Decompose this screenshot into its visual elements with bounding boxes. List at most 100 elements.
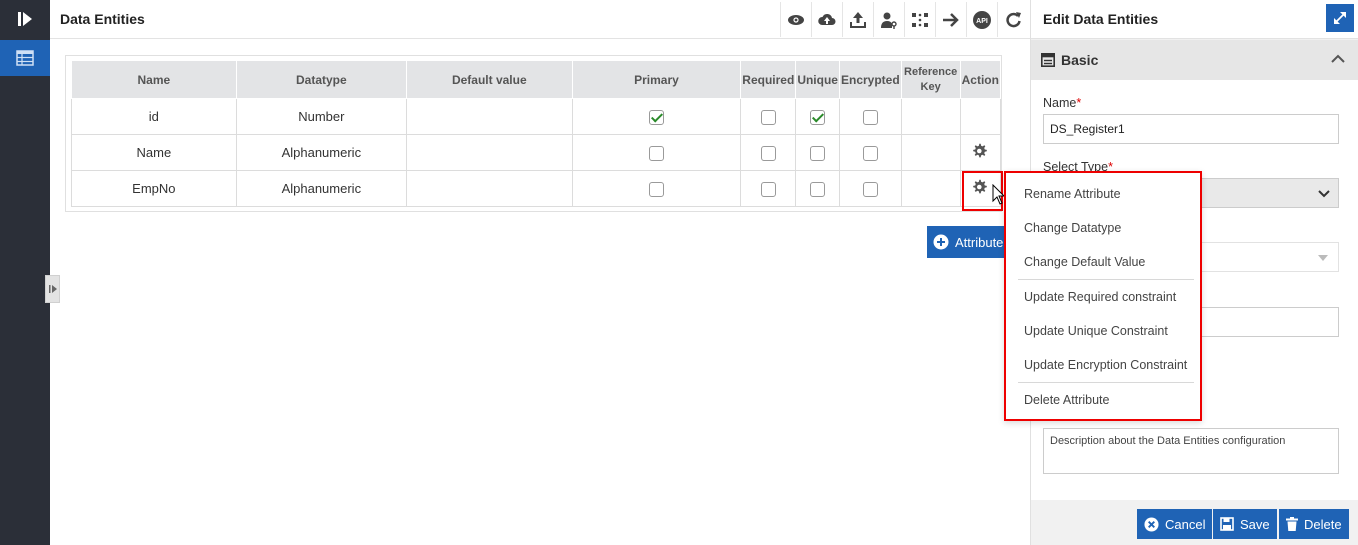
user-key-icon — [881, 12, 897, 29]
table-header-row: Name Datatype Default value Primary Requ… — [71, 60, 1002, 99]
user-key-button[interactable] — [873, 2, 904, 37]
header-unique: Unique — [795, 60, 840, 99]
basic-section-label: Basic — [1061, 52, 1099, 68]
cell-default — [405, 170, 573, 207]
save-icon — [1220, 517, 1234, 531]
eye-icon — [788, 14, 804, 25]
table-row: EmpNo Alphanumeric — [71, 170, 1002, 207]
attribute-context-menu: Rename Attribute Change Datatype Change … — [1004, 171, 1202, 421]
next-button[interactable] — [935, 2, 966, 37]
header-primary: Primary — [571, 60, 742, 99]
upload-icon — [850, 11, 866, 28]
cell-name: EmpNo — [71, 170, 237, 207]
header-reference-key: Reference Key — [900, 60, 961, 99]
preview-button[interactable] — [780, 2, 811, 37]
required-checkbox[interactable] — [760, 145, 776, 161]
menu-item-change-datatype[interactable]: Change Datatype — [1006, 211, 1200, 245]
menu-item-update-encryption[interactable]: Update Encryption Constraint — [1006, 348, 1200, 382]
cell-reference-key — [900, 170, 961, 207]
encrypted-checkbox[interactable] — [862, 145, 878, 161]
cell-default — [405, 98, 573, 135]
header-required: Required — [740, 60, 797, 99]
unique-checkbox[interactable] — [810, 181, 826, 197]
menu-item-update-required[interactable]: Update Required constraint — [1006, 280, 1200, 314]
header-default-value: Default value — [405, 60, 573, 99]
chevron-up-icon — [1331, 54, 1345, 63]
add-attribute-button[interactable]: Attribute — [927, 226, 1005, 258]
header-datatype: Datatype — [235, 60, 407, 99]
gear-icon — [973, 143, 988, 158]
form-icon — [1041, 53, 1055, 67]
caret-down-icon — [1318, 255, 1328, 261]
arrow-right-icon — [943, 12, 959, 27]
edit-panel-footer: Cancel Save Delete — [1031, 502, 1358, 545]
main-header: Data Entities API — [50, 0, 1030, 39]
name-input[interactable]: DS_Register1 — [1043, 114, 1339, 144]
collapse-handle[interactable] — [45, 275, 60, 303]
expand-button[interactable] — [1326, 4, 1354, 32]
save-label: Save — [1240, 516, 1270, 532]
menu-item-rename-attribute[interactable]: Rename Attribute — [1006, 177, 1200, 211]
table-row: id Number — [71, 98, 1002, 135]
cell-datatype: Number — [235, 98, 407, 135]
left-rail — [0, 0, 50, 545]
table-row: Name Alphanumeric — [71, 134, 1002, 171]
header-encrypted: Encrypted — [838, 60, 902, 99]
menu-item-delete-attribute[interactable]: Delete Attribute — [1006, 383, 1200, 417]
cell-action — [959, 98, 1002, 135]
required-checkbox[interactable] — [760, 109, 776, 125]
delete-label: Delete — [1304, 516, 1342, 532]
plus-circle-icon — [933, 234, 949, 250]
header-name: Name — [71, 60, 237, 99]
edit-panel-title: Edit Data Entities — [1043, 11, 1159, 27]
name-label: Name — [1043, 96, 1077, 110]
cancel-button[interactable]: Cancel — [1137, 509, 1213, 539]
encrypted-checkbox[interactable] — [862, 181, 878, 197]
encrypted-checkbox[interactable] — [862, 109, 878, 125]
grid-dots-button[interactable] — [904, 2, 935, 37]
rail-toggle-button[interactable] — [0, 0, 50, 38]
unique-checkbox[interactable] — [810, 109, 826, 125]
add-attribute-label: Attribute — [955, 234, 1004, 250]
cell-name: id — [71, 98, 237, 135]
api-icon: API — [973, 10, 991, 29]
cell-datatype: Alphanumeric — [235, 170, 407, 207]
rail-item-data-entities[interactable] — [0, 40, 50, 76]
expand-icon — [1334, 12, 1346, 24]
description-textarea[interactable]: Description about the Data Entities conf… — [1043, 428, 1339, 474]
attribute-table-panel: Name Datatype Default value Primary Requ… — [65, 55, 1002, 212]
row-action-button[interactable] — [972, 143, 988, 159]
edit-panel-header: Edit Data Entities — [1031, 0, 1358, 39]
cloud-upload-button[interactable] — [811, 2, 842, 37]
api-button[interactable]: API — [966, 2, 997, 37]
close-circle-icon — [1144, 516, 1159, 532]
save-button[interactable]: Save — [1213, 509, 1277, 539]
trash-icon — [1286, 517, 1298, 531]
play-bar-icon — [48, 285, 57, 293]
menu-item-update-unique[interactable]: Update Unique Constraint — [1006, 314, 1200, 348]
required-checkbox[interactable] — [760, 181, 776, 197]
cell-reference-key — [900, 134, 961, 171]
required-marker: * — [1076, 96, 1082, 110]
primary-checkbox[interactable] — [648, 145, 664, 161]
unique-checkbox[interactable] — [810, 145, 826, 161]
cell-datatype: Alphanumeric — [235, 134, 407, 171]
chevron-down-icon — [1318, 190, 1330, 198]
delete-button[interactable]: Delete — [1279, 509, 1349, 539]
upload-button[interactable] — [842, 2, 873, 37]
cell-default — [405, 134, 573, 171]
cloud-upload-icon — [818, 13, 836, 25]
grid-dots-icon — [912, 12, 928, 27]
play-bar-icon — [18, 12, 32, 26]
table-list-icon — [16, 50, 34, 66]
basic-section-header[interactable]: Basic — [1031, 40, 1358, 80]
cancel-label: Cancel — [1165, 516, 1206, 532]
refresh-button[interactable] — [997, 2, 1028, 37]
primary-checkbox[interactable] — [648, 181, 664, 197]
cell-reference-key — [900, 98, 961, 135]
refresh-icon — [1006, 11, 1021, 27]
toolbar: API — [780, 2, 1028, 37]
api-label: API — [976, 18, 988, 25]
menu-item-change-default-value[interactable]: Change Default Value — [1006, 245, 1200, 279]
primary-checkbox[interactable] — [648, 109, 664, 125]
